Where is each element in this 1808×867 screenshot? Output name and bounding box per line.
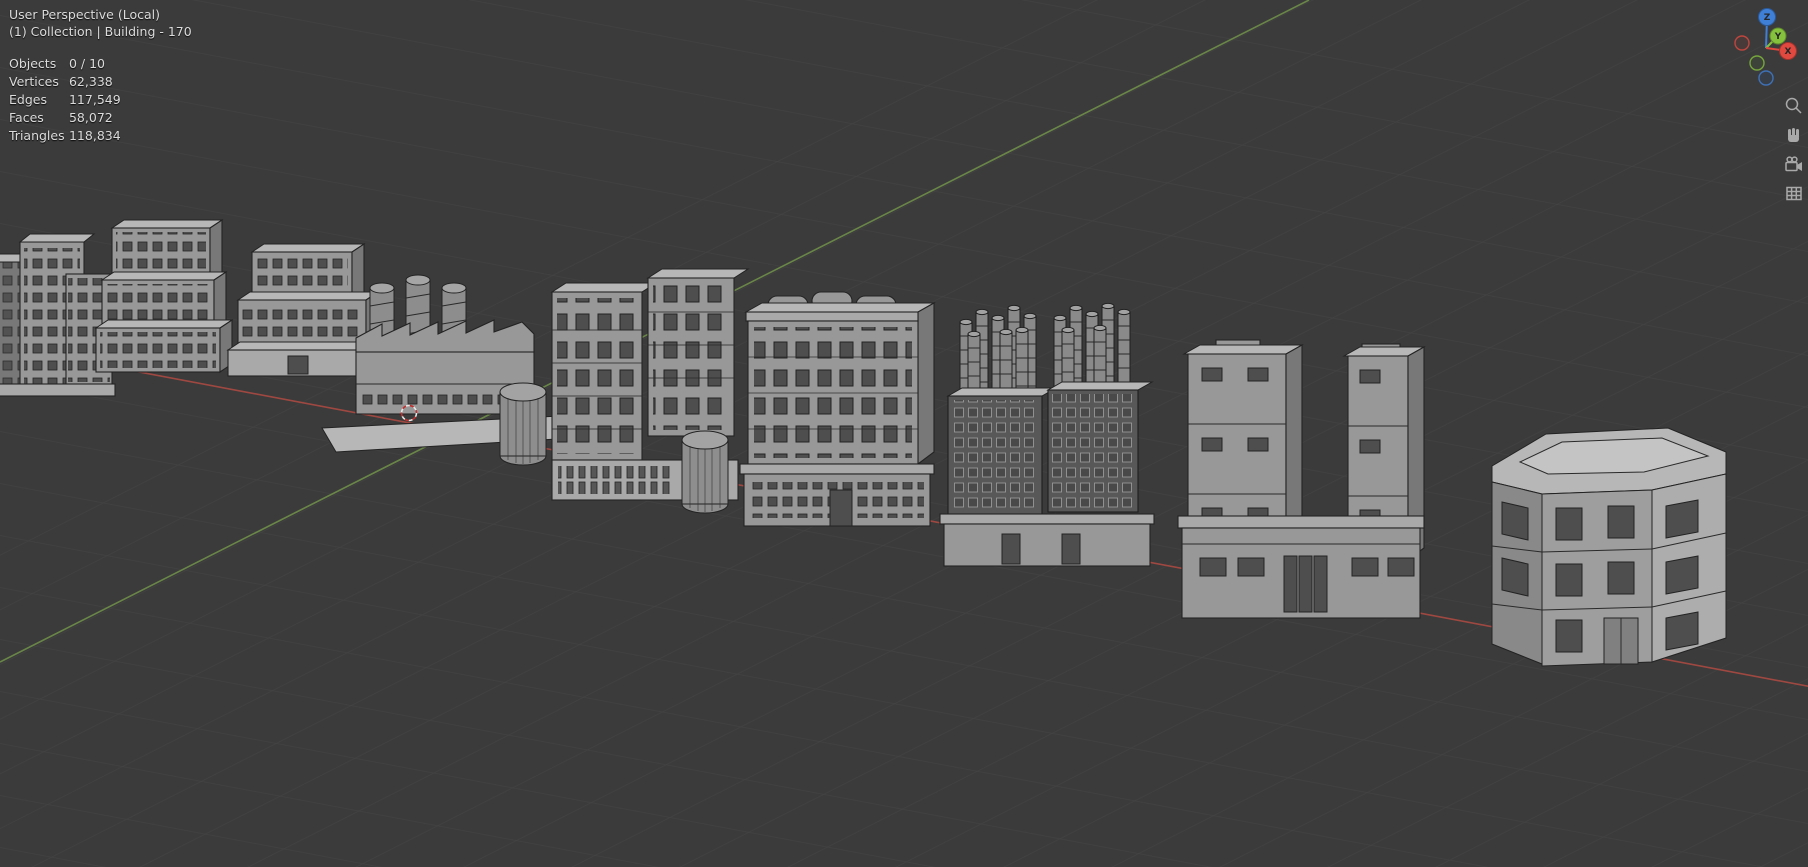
zoom-icon[interactable]: [1784, 96, 1804, 116]
building-model-u-shaped[interactable]: [1177, 339, 1426, 619]
navigation-gizmo[interactable]: Z Y X: [1716, 0, 1808, 94]
gizmo-axis-z-positive[interactable]: Z: [1758, 8, 1776, 26]
view-perspective-label: User Perspective (Local): [9, 7, 160, 22]
svg-text:Y: Y: [1774, 32, 1782, 42]
building-model-apartment-block[interactable]: [739, 291, 936, 527]
gizmo-axis-z-negative[interactable]: [1758, 70, 1774, 86]
building-model-stepped-apartment[interactable]: [94, 218, 234, 374]
stat-objects: Objects 0 / 10: [9, 56, 106, 71]
stat-vertices: Vertices 62,338: [9, 74, 113, 89]
active-collection-label: (1) Collection | Building - 170: [9, 24, 192, 39]
camera-view-icon[interactable]: [1784, 154, 1804, 174]
stat-edges: Edges 117,549: [9, 92, 121, 107]
viewport-tool-strip: [1784, 96, 1806, 203]
gizmo-axis-x-negative[interactable]: [1734, 35, 1750, 51]
gizmo-axis-x-positive[interactable]: X: [1779, 42, 1797, 60]
projection-toggle-icon[interactable]: [1784, 183, 1804, 203]
gizmo-axis-y-positive[interactable]: Y: [1769, 27, 1787, 45]
svg-text:X: X: [1785, 47, 1792, 57]
building-model-octagonal[interactable]: [1491, 427, 1727, 667]
blender-3d-viewport[interactable]: User Perspective (Local) (1) Collection …: [0, 0, 1808, 867]
move-hand-icon[interactable]: [1784, 125, 1804, 145]
scene-statistics: Objects 0 / 10 Vertices 62,338 Edges 117…: [9, 56, 121, 146]
stat-faces: Faces 58,072: [9, 110, 113, 125]
building-model-twin-towers[interactable]: [550, 268, 750, 514]
gizmo-axis-y-negative[interactable]: [1749, 55, 1765, 71]
svg-text:Z: Z: [1764, 13, 1771, 23]
stat-triangles: Triangles 118,834: [9, 128, 121, 143]
